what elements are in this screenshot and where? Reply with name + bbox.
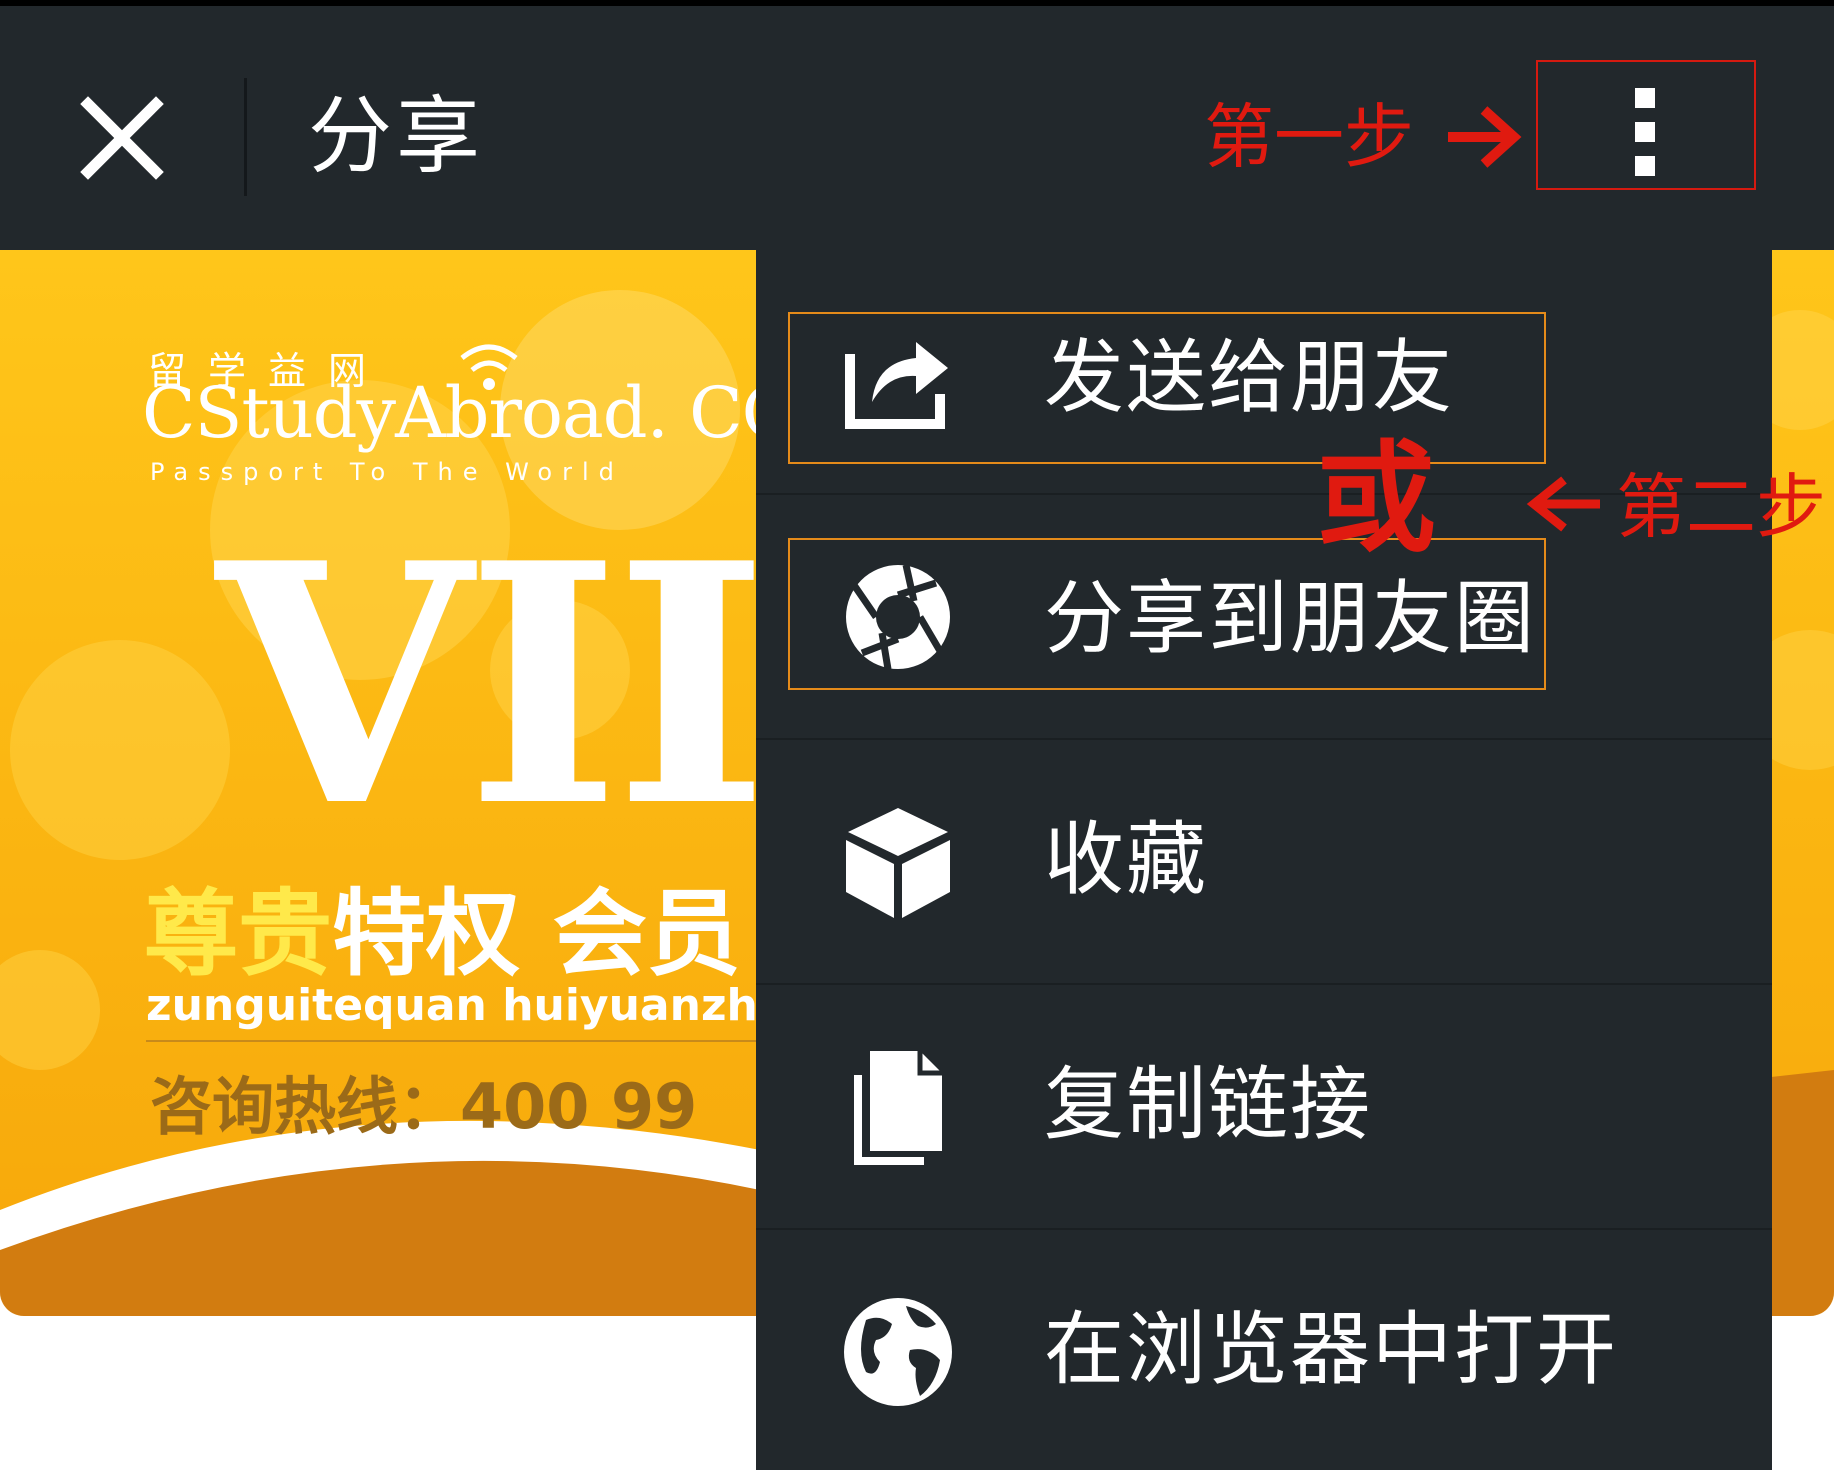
slogan: 尊贵特权 会员 xyxy=(144,880,741,989)
top-bar: 分享 第一步 xyxy=(0,6,1834,250)
menu-item-label: 在浏览器中打开 xyxy=(1044,1303,1618,1396)
close-button[interactable] xyxy=(62,78,182,198)
cube-favorite-icon xyxy=(846,808,950,918)
arrow-left-icon xyxy=(1526,476,1600,532)
speech-bubble-icon xyxy=(588,360,768,470)
aperture-moments-icon xyxy=(846,564,950,670)
share-forward-icon xyxy=(845,342,948,429)
menu-item-send-to-friend[interactable]: 发送给朋友 xyxy=(756,250,1772,493)
menu-item-open-in-browser[interactable]: 在浏览器中打开 xyxy=(756,1230,1772,1473)
menu-item-favorite[interactable]: 收藏 xyxy=(756,740,1772,983)
or-annotation: 或 xyxy=(1316,430,1436,569)
more-menu-button[interactable] xyxy=(1536,60,1756,190)
menu-item-copy-link[interactable]: 复制链接 xyxy=(756,985,1772,1228)
close-icon xyxy=(80,96,164,180)
menu-item-label: 分享到朋友圈 xyxy=(1044,572,1536,665)
step1-annotation: 第一步 xyxy=(1204,96,1414,178)
menu-item-label: 复制链接 xyxy=(1044,1058,1372,1151)
hotline-text: 咨询热线：400 99 xyxy=(150,1070,698,1143)
step2-annotation: 第二步 xyxy=(1616,466,1826,548)
arrow-right-icon xyxy=(1448,106,1522,168)
hotline-divider xyxy=(146,1040,766,1042)
vip-text: VII xyxy=(216,491,769,879)
share-menu: 发送给朋友 分享到朋友圈 收藏 复制链接 在浏览器中打开 xyxy=(756,250,1772,1470)
brand-tagline: Passport To The World xyxy=(150,458,624,486)
page-title: 分享 xyxy=(308,87,485,185)
menu-item-label: 发送给朋友 xyxy=(1044,331,1454,424)
menu-item-label: 收藏 xyxy=(1044,813,1208,906)
globe-icon xyxy=(844,1298,952,1406)
copy-document-icon xyxy=(854,1051,942,1165)
slogan-pinyin: zunguitequan huiyuanzh xyxy=(146,980,758,1031)
header-divider xyxy=(244,78,247,196)
